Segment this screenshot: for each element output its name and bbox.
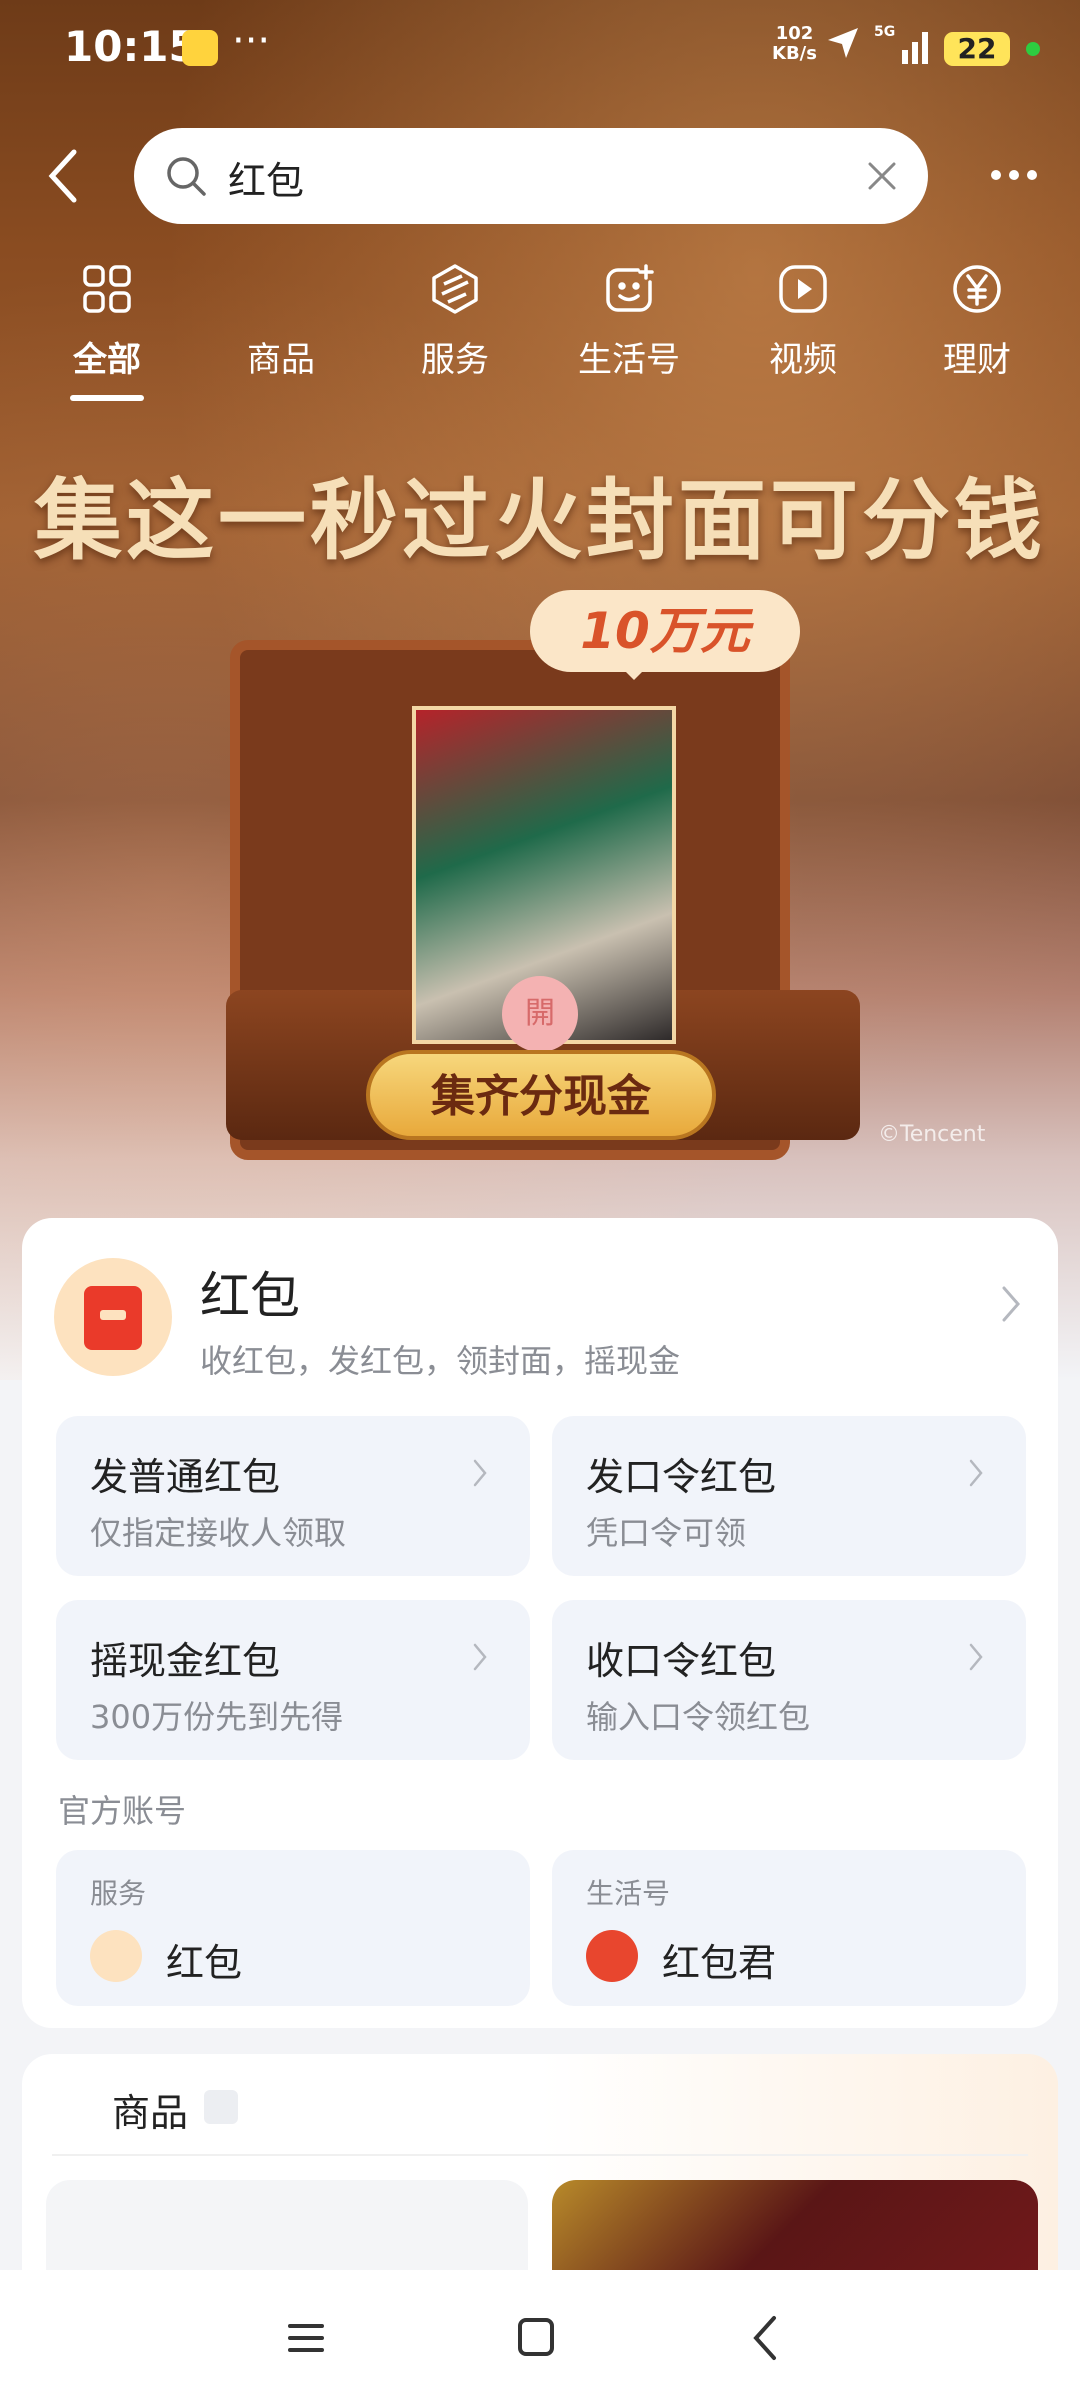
chevron-right-icon: [473, 1643, 487, 1671]
system-nav-bar: [0, 2270, 1080, 2400]
divider: [52, 2154, 1028, 2156]
chevron-right-icon: [969, 1643, 983, 1671]
action-title: 发口令红包: [586, 1455, 777, 1499]
search-input[interactable]: [226, 146, 790, 208]
collect-cash-button[interactable]: 集齐分现金: [366, 1050, 716, 1140]
send-password-red-packet-button[interactable]: 发口令红包 凭口令可领: [552, 1416, 1026, 1576]
account-name: 红包君: [662, 1941, 777, 1985]
privacy-indicator-dot: [1026, 42, 1040, 56]
active-tab-indicator: [70, 395, 144, 401]
tab-service[interactable]: 服务: [380, 262, 530, 381]
life-account-icon: [606, 264, 654, 312]
tab-label: 商品: [247, 340, 315, 380]
receive-password-red-packet-button[interactable]: 收口令红包 输入口令领红包: [552, 1600, 1026, 1760]
service-icon: [432, 264, 478, 314]
more-icon[interactable]: [990, 160, 1038, 190]
copyright-text: ©Tencent: [878, 1122, 986, 1147]
home-icon[interactable]: [506, 2310, 566, 2366]
tab-label: 理财: [943, 340, 1011, 380]
chevron-right-icon: [473, 1459, 487, 1487]
goods-icon: [254, 262, 308, 316]
clear-icon[interactable]: [864, 158, 900, 194]
status-bar: 10:15 ··· 102 KB/s 5G 22: [0, 0, 1080, 100]
red-packet-header[interactable]: 红包 收红包，发红包，领封面，摇现金: [22, 1218, 1058, 1388]
action-subtitle: 仅指定接收人领取: [90, 1514, 347, 1552]
red-packet-card: 红包 收红包，发红包，领封面，摇现金 发普通红包 仅指定接收人领取 发口令红包 …: [22, 1218, 1058, 2028]
back-icon[interactable]: [736, 2310, 796, 2366]
network-speed: 102 KB/s: [772, 24, 817, 64]
location-icon: [828, 28, 858, 58]
chevron-right-icon: [969, 1459, 983, 1487]
prize-bubble: 10万元: [530, 590, 800, 680]
action-subtitle: 300万份先到先得: [90, 1698, 344, 1736]
red-packet-jun-avatar-icon: [586, 1930, 638, 1982]
tab-video[interactable]: 视频: [728, 262, 878, 381]
more-notifications-icon: ···: [232, 18, 271, 64]
back-arrow-icon[interactable]: [44, 146, 84, 206]
shake-cash-red-packet-button[interactable]: 摇现金红包 300万份先到先得: [56, 1600, 530, 1760]
tab-goods[interactable]: 商品: [206, 262, 356, 381]
tab-label: 生活号: [578, 340, 680, 380]
notification-app-icon: [182, 30, 218, 66]
account-name: 红包: [166, 1941, 243, 1985]
yuan-icon: [953, 265, 1001, 313]
tab-label: 视频: [769, 340, 837, 380]
grid-icon: [83, 265, 131, 313]
action-title: 收口令红包: [586, 1639, 777, 1683]
search-icon: [167, 157, 206, 196]
account-kind: 服务: [90, 1877, 147, 1910]
action-title: 发普通红包: [90, 1455, 281, 1499]
promo-banner[interactable]: 集这一秒过火封面可分钱 10万元 開 集齐分现金 ©Tencent: [0, 430, 1080, 1210]
menu-icon[interactable]: [276, 2310, 336, 2366]
tab-life-account[interactable]: 生活号: [554, 262, 704, 381]
tab-all[interactable]: 全部: [32, 262, 182, 401]
red-packet-avatar-icon: [90, 1930, 142, 1982]
official-life-account[interactable]: 生活号 红包君: [552, 1850, 1026, 2006]
status-time: 10:15: [64, 22, 198, 71]
network-speed-value: 102: [775, 23, 814, 44]
chevron-right-icon: [204, 2090, 238, 2124]
action-subtitle: 凭口令可领: [586, 1514, 747, 1552]
signal-icon: 5G: [874, 24, 928, 64]
tab-label: 全部: [73, 340, 141, 380]
open-badge: 開: [502, 976, 578, 1052]
tab-finance[interactable]: 理财: [902, 262, 1052, 381]
red-packet-logo-icon: [54, 1258, 172, 1376]
action-subtitle: 输入口令领红包: [586, 1698, 811, 1736]
network-type-label: 5G: [874, 24, 895, 40]
search-bar[interactable]: [134, 128, 928, 224]
category-tabs: 全部 商品 服务 生活号 视频 理财: [0, 262, 1080, 412]
tab-label: 服务: [421, 340, 489, 380]
action-title: 摇现金红包: [90, 1639, 281, 1683]
video-icon: [779, 265, 827, 313]
red-packet-title: 红包: [200, 1267, 300, 1325]
products-title[interactable]: 商品: [112, 2082, 188, 2137]
official-service-account[interactable]: 服务 红包: [56, 1850, 530, 2006]
official-accounts-label: 官方账号: [58, 1792, 187, 1830]
chevron-right-icon: [1002, 1286, 1020, 1322]
red-packet-subtitle: 收红包，发红包，领封面，摇现金: [200, 1342, 681, 1380]
banner-title: 集这一秒过火封面可分钱: [33, 468, 1046, 572]
send-normal-red-packet-button[interactable]: 发普通红包 仅指定接收人领取: [56, 1416, 530, 1576]
battery-level: 22: [944, 32, 1010, 66]
account-kind: 生活号: [586, 1877, 671, 1910]
network-speed-unit: KB/s: [772, 43, 817, 64]
